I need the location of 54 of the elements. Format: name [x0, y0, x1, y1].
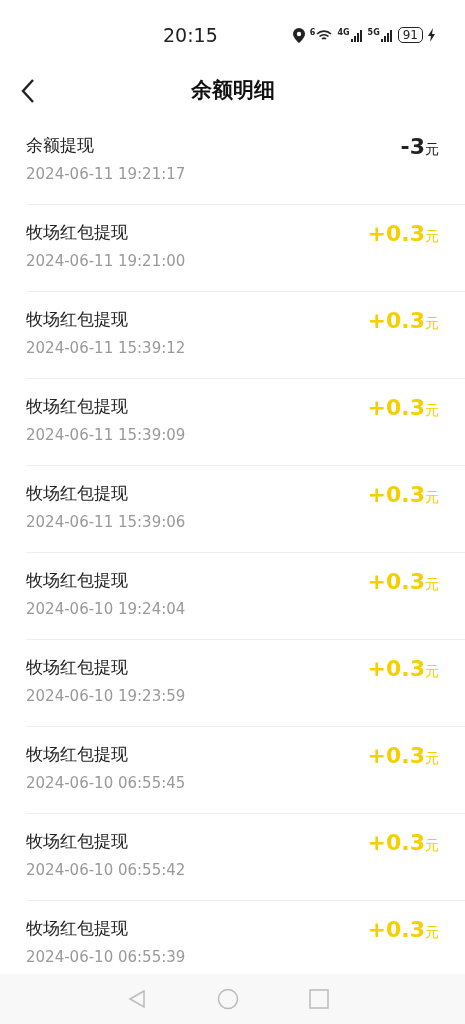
transaction-date: 2024-06-11 19:21:17 [26, 165, 186, 183]
transaction-amount: +0.3 [367, 221, 425, 246]
currency-unit: 元 [425, 489, 439, 507]
transaction-date: 2024-06-11 15:39:09 [26, 426, 186, 444]
signal-icon [350, 28, 363, 42]
transaction-amount: +0.3 [367, 569, 425, 594]
transaction-title: 牧场红包提现 [26, 656, 129, 679]
wifi-icon [316, 28, 333, 42]
transaction-title: 余额提现 [26, 134, 95, 157]
home-nav-button[interactable] [216, 988, 239, 1010]
recents-nav-button[interactable] [308, 989, 329, 1009]
currency-unit: 元 [425, 663, 439, 681]
transaction-amount: +0.3 [367, 656, 425, 681]
wifi-standard-label: 6 [309, 28, 316, 37]
currency-unit: 元 [425, 141, 439, 159]
transaction-amount: +0.3 [367, 917, 425, 942]
transaction-date: 2024-06-11 19:21:00 [26, 252, 186, 270]
transaction-date: 2024-06-10 06:55:39 [26, 948, 186, 966]
transaction-date: 2024-06-10 06:55:42 [26, 861, 186, 879]
currency-unit: 元 [425, 837, 439, 855]
transaction-amount: +0.3 [367, 395, 425, 420]
charging-icon [428, 28, 435, 42]
signal-icon [380, 28, 393, 42]
clock-time: 20:15 [163, 24, 218, 46]
transaction-title: 牧场红包提现 [26, 482, 129, 505]
transaction-title: 牧场红包提现 [26, 917, 129, 940]
transaction-amount: +0.3 [367, 308, 425, 333]
transaction-title: 牧场红包提现 [26, 221, 129, 244]
transaction-title: 牧场红包提现 [26, 569, 129, 592]
transaction-date: 2024-06-10 06:55:45 [26, 774, 186, 792]
transaction-date: 2024-06-10 19:24:04 [26, 600, 186, 618]
currency-unit: 元 [425, 402, 439, 420]
battery-level: 91 [397, 27, 423, 43]
transaction-title: 牧场红包提现 [26, 830, 129, 853]
currency-unit: 元 [425, 228, 439, 246]
transaction-amount: +0.3 [367, 743, 425, 768]
network-type: 4G [337, 28, 350, 37]
currency-unit: 元 [425, 576, 439, 594]
transaction-date: 2024-06-10 19:23:59 [26, 687, 186, 705]
currency-unit: 元 [425, 315, 439, 333]
page-title: 余额明细 [190, 77, 275, 104]
transaction-amount: -3 [400, 134, 425, 159]
currency-unit: 元 [425, 750, 439, 768]
transaction-title: 牧场红包提现 [26, 743, 129, 766]
back-nav-button[interactable] [126, 989, 147, 1009]
currency-unit: 元 [425, 924, 439, 942]
transaction-amount: +0.3 [367, 482, 425, 507]
transaction-title: 牧场红包提现 [26, 395, 129, 418]
transaction-date: 2024-06-11 15:39:06 [26, 513, 186, 531]
transaction-amount: +0.3 [367, 830, 425, 855]
network-type: 5G [367, 28, 380, 37]
location-pin-icon [292, 27, 305, 43]
transaction-title: 牧场红包提现 [26, 308, 129, 331]
transaction-date: 2024-06-11 15:39:12 [26, 339, 186, 357]
